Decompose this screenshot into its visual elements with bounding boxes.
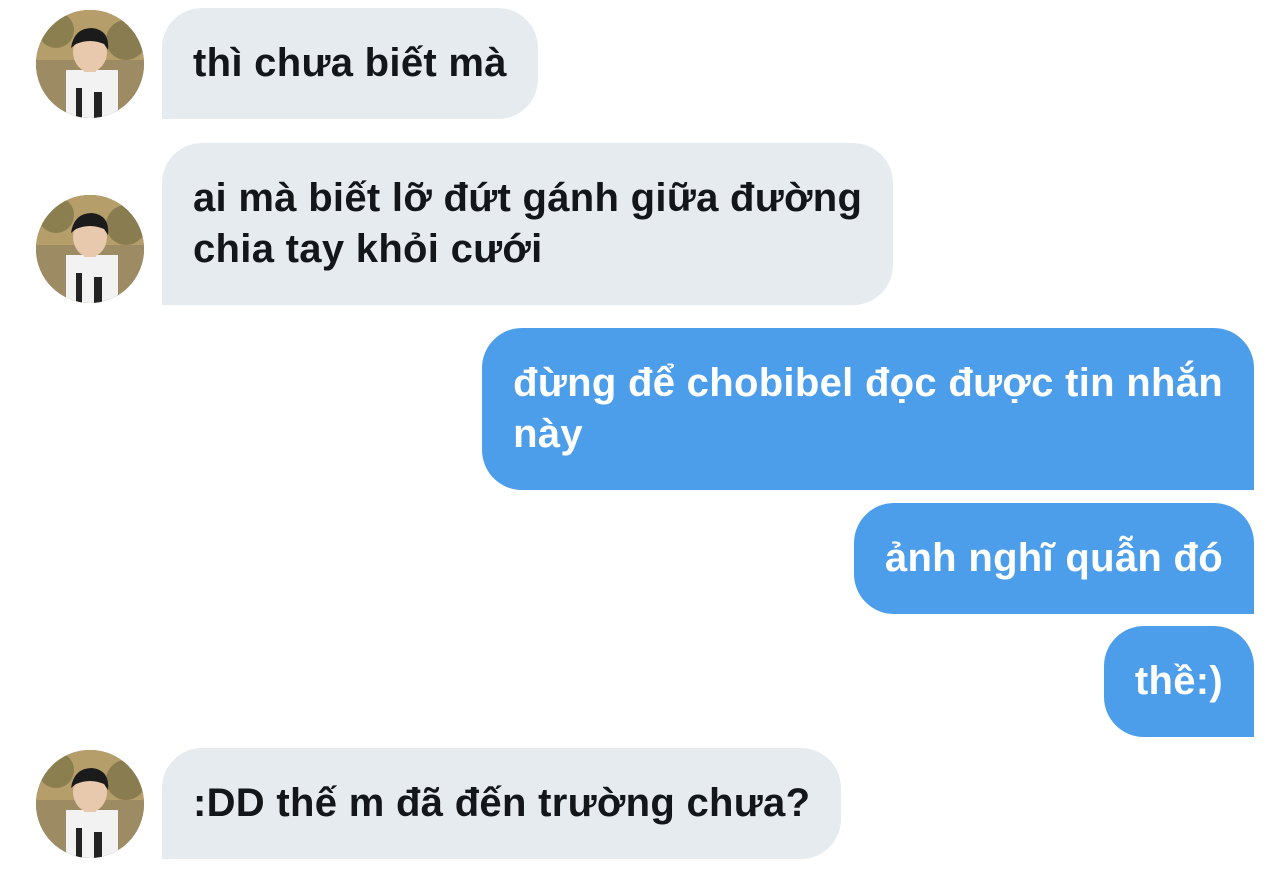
avatar[interactable] (36, 10, 144, 118)
message-bubble-outgoing[interactable]: thề:) (1103, 626, 1254, 737)
avatar-photo-icon (36, 195, 144, 303)
avatar[interactable] (36, 750, 144, 858)
avatar-photo-icon (36, 750, 144, 858)
avatar[interactable] (36, 195, 144, 303)
avatar-photo-icon (36, 10, 144, 118)
message-bubble-incoming[interactable]: thì chưa biết mà (162, 8, 538, 119)
message-bubble-outgoing[interactable]: đừng để chobibel đọc được tin nhắn này (482, 328, 1254, 490)
message-bubble-incoming[interactable]: :DD thế m đã đến trường chưa? (162, 748, 842, 859)
message-bubble-incoming[interactable]: ai mà biết lỡ đứt gánh giữa đường chia t… (162, 143, 894, 305)
message-bubble-outgoing[interactable]: ảnh nghĩ quẫn đó (853, 503, 1254, 614)
